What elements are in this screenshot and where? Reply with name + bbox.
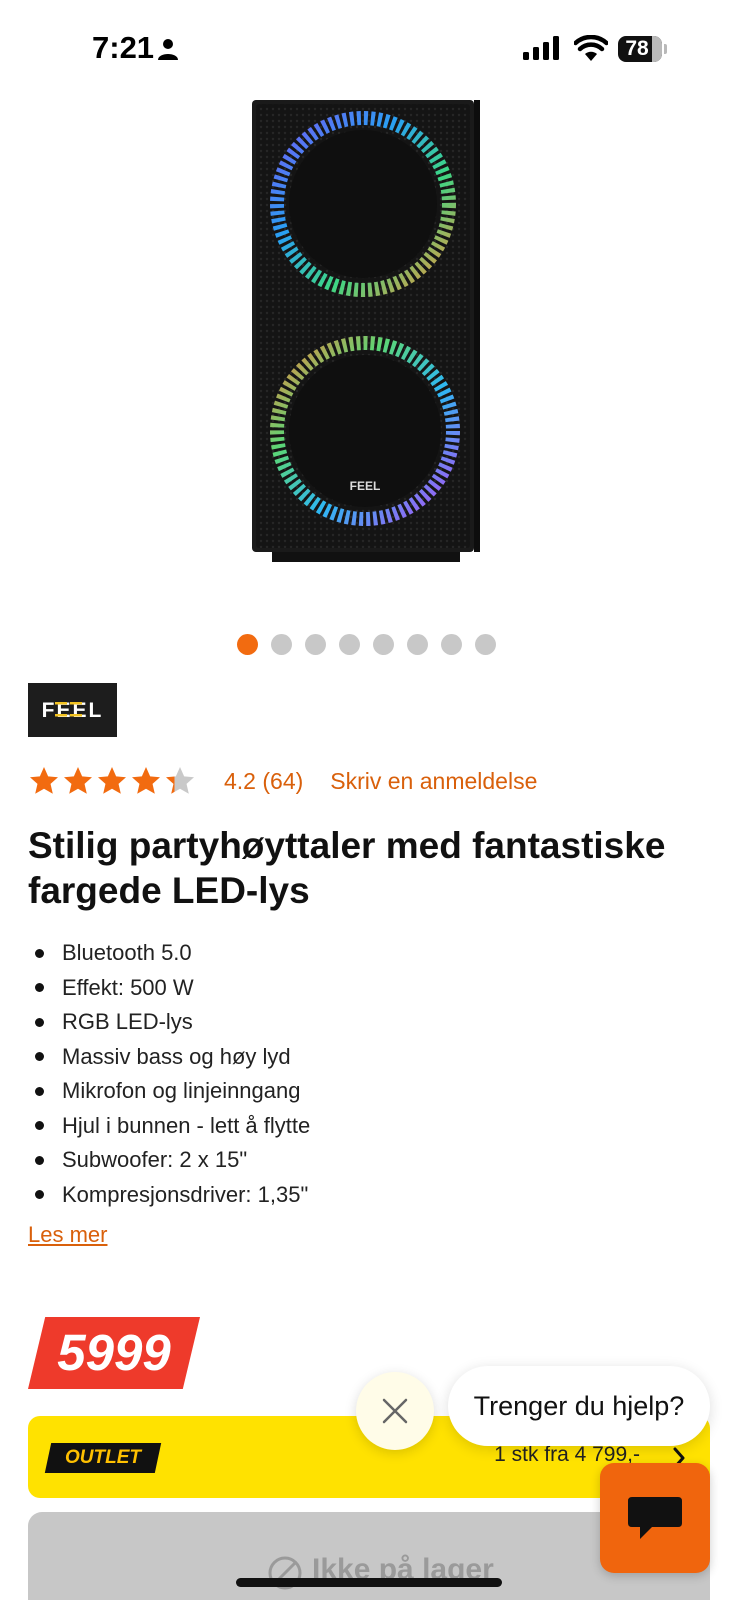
carousel-dot-5[interactable] bbox=[373, 634, 394, 655]
feature-item: Massiv bass og høy lyd bbox=[28, 1040, 688, 1075]
feature-text: Kompresjonsdriver: 1,35" bbox=[62, 1181, 309, 1207]
write-review-link[interactable]: Skriv en anmeldelse bbox=[330, 768, 537, 795]
carousel-dot-2[interactable] bbox=[271, 634, 292, 655]
feature-list: Bluetooth 5.0 Effekt: 500 W RGB LED-lys … bbox=[28, 936, 688, 1212]
carousel-dots bbox=[237, 634, 496, 656]
carousel-dot-3[interactable] bbox=[305, 634, 326, 655]
star-icon bbox=[98, 767, 126, 794]
feature-text: Subwoofer: 2 x 15" bbox=[62, 1147, 248, 1173]
carousel-dot-7[interactable] bbox=[441, 634, 462, 655]
feature-text: RGB LED-lys bbox=[62, 1009, 193, 1035]
read-more-link[interactable]: Les mer bbox=[28, 1222, 107, 1248]
feature-item: Bluetooth 5.0 bbox=[28, 936, 688, 971]
wifi-icon bbox=[574, 35, 608, 61]
feature-text: Massiv bass og høy lyd bbox=[62, 1043, 291, 1069]
product-rating: 4.2 (64) Skriv en anmeldelse bbox=[28, 762, 537, 800]
battery-level: 78 bbox=[625, 37, 649, 60]
status-time: 7:21 bbox=[92, 30, 155, 65]
help-bubble-text[interactable]: Trenger du hjelp? bbox=[448, 1366, 710, 1446]
feature-text: Mikrofon og linjeinngang bbox=[62, 1078, 301, 1104]
carousel-dot-8[interactable] bbox=[475, 634, 496, 655]
feature-item: Hjul i bunnen - lett å flytte bbox=[28, 1109, 688, 1144]
product-title: Stilig partyhøyttaler med fantastiske fa… bbox=[28, 825, 666, 911]
carousel-dot-1[interactable] bbox=[237, 634, 258, 655]
signal-icon bbox=[523, 36, 559, 60]
price-value: 5999 bbox=[57, 1324, 171, 1381]
svg-text:FEEL: FEEL bbox=[350, 479, 381, 493]
brand-logo[interactable]: FEEL bbox=[28, 683, 117, 737]
chat-bubble-icon bbox=[628, 1497, 682, 1539]
feature-item: Subwoofer: 2 x 15" bbox=[28, 1143, 688, 1178]
star-icon bbox=[132, 767, 160, 794]
product-image[interactable]: FEEL bbox=[252, 100, 486, 568]
carousel-dot-4[interactable] bbox=[339, 634, 360, 655]
feature-text: Bluetooth 5.0 bbox=[62, 940, 192, 966]
close-icon bbox=[382, 1398, 408, 1424]
partial-star-icon bbox=[166, 767, 194, 794]
feature-item: Kompresjonsdriver: 1,35" bbox=[28, 1178, 688, 1213]
rating-value[interactable]: 4.2 (64) bbox=[224, 768, 303, 795]
feature-text: Effekt: 500 W bbox=[62, 974, 194, 1000]
feature-text: Hjul i bunnen - lett å flytte bbox=[62, 1112, 311, 1138]
status-bar: 7:21 78 bbox=[0, 0, 738, 90]
star-icon bbox=[30, 767, 58, 794]
chat-button[interactable] bbox=[600, 1463, 710, 1573]
battery-indicator: 78 bbox=[618, 36, 667, 62]
outlet-badge-label: OUTLET bbox=[65, 1447, 141, 1468]
star-icon bbox=[64, 767, 92, 794]
person-icon bbox=[158, 39, 178, 60]
feature-item: Mikrofon og linjeinngang bbox=[28, 1074, 688, 1109]
feature-item: RGB LED-lys bbox=[28, 1005, 688, 1040]
carousel-dot-6[interactable] bbox=[407, 634, 428, 655]
home-indicator bbox=[236, 1578, 502, 1587]
close-chat-button[interactable] bbox=[356, 1372, 434, 1450]
feature-item: Effekt: 500 W bbox=[28, 971, 688, 1006]
star-rating bbox=[28, 765, 196, 797]
